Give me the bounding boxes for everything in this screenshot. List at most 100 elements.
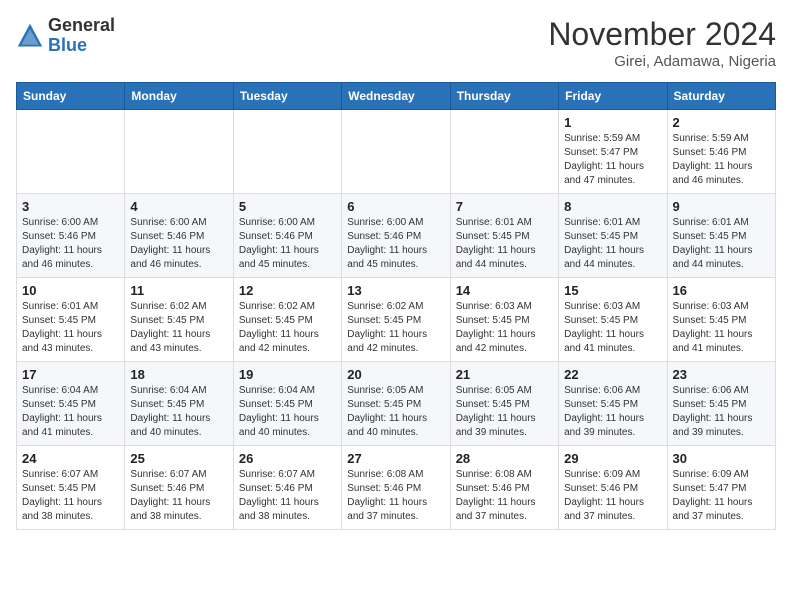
day-number: 4 (130, 199, 227, 214)
day-number: 21 (456, 367, 553, 382)
logo-icon (16, 22, 44, 50)
day-number: 10 (22, 283, 119, 298)
day-info: Sunrise: 6:05 AM Sunset: 5:45 PM Dayligh… (456, 384, 553, 440)
day-info: Sunrise: 6:03 AM Sunset: 5:45 PM Dayligh… (456, 300, 553, 356)
page-header: General Blue November 2024 Girei, Adamaw… (16, 16, 776, 70)
day-info: Sunrise: 6:08 AM Sunset: 5:46 PM Dayligh… (347, 468, 444, 524)
day-info: Sunrise: 6:03 AM Sunset: 5:45 PM Dayligh… (564, 300, 661, 356)
day-number: 2 (673, 115, 770, 130)
title-block: November 2024 Girei, Adamawa, Nigeria (548, 16, 776, 70)
calendar-table: SundayMondayTuesdayWednesdayThursdayFrid… (16, 82, 776, 530)
day-number: 1 (564, 115, 661, 130)
day-cell: 28 Sunrise: 6:08 AM Sunset: 5:46 PM Dayli… (450, 446, 558, 530)
day-number: 8 (564, 199, 661, 214)
day-info: Sunrise: 6:04 AM Sunset: 5:45 PM Dayligh… (22, 384, 119, 440)
day-info: Sunrise: 6:04 AM Sunset: 5:45 PM Dayligh… (130, 384, 227, 440)
day-cell: 4Sunrise: 6:00 AM Sunset: 5:46 PM Daylig… (125, 194, 233, 278)
day-info: Sunrise: 6:01 AM Sunset: 5:45 PM Dayligh… (564, 216, 661, 272)
day-info: Sunrise: 6:06 AM Sunset: 5:45 PM Dayligh… (564, 384, 661, 440)
day-cell: 6Sunrise: 6:00 AM Sunset: 5:46 PM Daylig… (342, 194, 450, 278)
day-cell (450, 110, 558, 194)
day-number: 5 (239, 199, 336, 214)
day-cell: 3 Sunrise: 6:00 AM Sunset: 5:46 PM Daylig… (17, 194, 125, 278)
day-info: Sunrise: 6:09 AM Sunset: 5:47 PM Dayligh… (673, 468, 770, 524)
day-number: 17 (22, 367, 119, 382)
day-cell: 26Sunrise: 6:07 AM Sunset: 5:46 PM Dayli… (233, 446, 341, 530)
day-number: 9 (673, 199, 770, 214)
day-number: 12 (239, 283, 336, 298)
day-info: Sunrise: 6:05 AM Sunset: 5:45 PM Dayligh… (347, 384, 444, 440)
week-row-5: 24Sunrise: 6:07 AM Sunset: 5:45 PM Dayli… (17, 446, 776, 530)
weekday-header-saturday: Saturday (667, 83, 775, 110)
day-number: 23 (673, 367, 770, 382)
logo: General Blue (16, 16, 115, 56)
calendar-body: 1 Sunrise: 5:59 AM Sunset: 5:47 PM Daylig… (17, 110, 776, 530)
day-cell: 14Sunrise: 6:03 AM Sunset: 5:45 PM Dayli… (450, 278, 558, 362)
day-number: 16 (673, 283, 770, 298)
day-info: Sunrise: 5:59 AM Sunset: 5:47 PM Dayligh… (564, 132, 661, 188)
day-cell: 16 Sunrise: 6:03 AM Sunset: 5:45 PM Dayli… (667, 278, 775, 362)
day-number: 25 (130, 451, 227, 466)
calendar-header: SundayMondayTuesdayWednesdayThursdayFrid… (17, 83, 776, 110)
day-info: Sunrise: 6:08 AM Sunset: 5:46 PM Dayligh… (456, 468, 553, 524)
day-cell: 1 Sunrise: 5:59 AM Sunset: 5:47 PM Daylig… (559, 110, 667, 194)
day-number: 27 (347, 451, 444, 466)
day-cell: 24Sunrise: 6:07 AM Sunset: 5:45 PM Dayli… (17, 446, 125, 530)
day-cell (125, 110, 233, 194)
day-cell: 19Sunrise: 6:04 AM Sunset: 5:45 PM Dayli… (233, 362, 341, 446)
weekday-row: SundayMondayTuesdayWednesdayThursdayFrid… (17, 83, 776, 110)
day-number: 15 (564, 283, 661, 298)
day-info: Sunrise: 6:01 AM Sunset: 5:45 PM Dayligh… (673, 216, 770, 272)
day-cell: 15 Sunrise: 6:03 AM Sunset: 5:45 PM Dayli… (559, 278, 667, 362)
location: Girei, Adamawa, Nigeria (548, 53, 776, 70)
day-cell: 11Sunrise: 6:02 AM Sunset: 5:45 PM Dayli… (125, 278, 233, 362)
weekday-header-monday: Monday (125, 83, 233, 110)
week-row-2: 3 Sunrise: 6:00 AM Sunset: 5:46 PM Daylig… (17, 194, 776, 278)
day-cell: 13 Sunrise: 6:02 AM Sunset: 5:45 PM Dayli… (342, 278, 450, 362)
day-cell: 20 Sunrise: 6:05 AM Sunset: 5:45 PM Dayli… (342, 362, 450, 446)
day-info: Sunrise: 6:00 AM Sunset: 5:46 PM Dayligh… (22, 216, 119, 272)
day-number: 26 (239, 451, 336, 466)
day-cell: 8 Sunrise: 6:01 AM Sunset: 5:45 PM Daylig… (559, 194, 667, 278)
day-cell (17, 110, 125, 194)
day-cell: 2 Sunrise: 5:59 AM Sunset: 5:46 PM Daylig… (667, 110, 775, 194)
day-info: Sunrise: 6:03 AM Sunset: 5:45 PM Dayligh… (673, 300, 770, 356)
day-cell: 30 Sunrise: 6:09 AM Sunset: 5:47 PM Dayli… (667, 446, 775, 530)
day-cell: 12 Sunrise: 6:02 AM Sunset: 5:45 PM Dayli… (233, 278, 341, 362)
day-info: Sunrise: 6:01 AM Sunset: 5:45 PM Dayligh… (22, 300, 119, 356)
day-info: Sunrise: 6:01 AM Sunset: 5:45 PM Dayligh… (456, 216, 553, 272)
logo-text: General Blue (48, 16, 115, 56)
weekday-header-thursday: Thursday (450, 83, 558, 110)
day-info: Sunrise: 6:00 AM Sunset: 5:46 PM Dayligh… (239, 216, 336, 272)
day-cell (342, 110, 450, 194)
day-number: 22 (564, 367, 661, 382)
day-cell: 5 Sunrise: 6:00 AM Sunset: 5:46 PM Daylig… (233, 194, 341, 278)
day-number: 20 (347, 367, 444, 382)
day-info: Sunrise: 6:02 AM Sunset: 5:45 PM Dayligh… (239, 300, 336, 356)
day-cell: 9 Sunrise: 6:01 AM Sunset: 5:45 PM Daylig… (667, 194, 775, 278)
day-cell (233, 110, 341, 194)
weekday-header-sunday: Sunday (17, 83, 125, 110)
month-title: November 2024 (548, 16, 776, 53)
day-number: 30 (673, 451, 770, 466)
day-number: 6 (347, 199, 444, 214)
day-cell: 7 Sunrise: 6:01 AM Sunset: 5:45 PM Daylig… (450, 194, 558, 278)
day-number: 29 (564, 451, 661, 466)
day-number: 7 (456, 199, 553, 214)
day-info: Sunrise: 5:59 AM Sunset: 5:46 PM Dayligh… (673, 132, 770, 188)
day-number: 3 (22, 199, 119, 214)
day-number: 28 (456, 451, 553, 466)
day-info: Sunrise: 6:09 AM Sunset: 5:46 PM Dayligh… (564, 468, 661, 524)
weekday-header-wednesday: Wednesday (342, 83, 450, 110)
day-info: Sunrise: 6:06 AM Sunset: 5:45 PM Dayligh… (673, 384, 770, 440)
day-number: 13 (347, 283, 444, 298)
day-info: Sunrise: 6:07 AM Sunset: 5:45 PM Dayligh… (22, 468, 119, 524)
day-cell: 22 Sunrise: 6:06 AM Sunset: 5:45 PM Dayli… (559, 362, 667, 446)
day-info: Sunrise: 6:02 AM Sunset: 5:45 PM Dayligh… (347, 300, 444, 356)
day-number: 11 (130, 283, 227, 298)
day-cell: 25 Sunrise: 6:07 AM Sunset: 5:46 PM Dayli… (125, 446, 233, 530)
day-number: 18 (130, 367, 227, 382)
day-info: Sunrise: 6:07 AM Sunset: 5:46 PM Dayligh… (130, 468, 227, 524)
day-cell: 23 Sunrise: 6:06 AM Sunset: 5:45 PM Dayli… (667, 362, 775, 446)
week-row-3: 10 Sunrise: 6:01 AM Sunset: 5:45 PM Dayli… (17, 278, 776, 362)
